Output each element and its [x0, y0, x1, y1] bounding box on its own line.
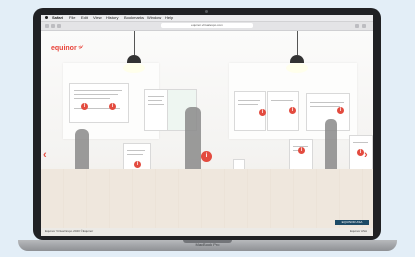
poster-text-line — [310, 106, 340, 107]
laptop-screen: Safari File Edit View History Bookmarks … — [41, 15, 373, 236]
poster-text-line — [353, 142, 368, 143]
virtual-expo-room: equinor i i i i i i i i i ‹ › — [41, 31, 373, 236]
info-icon[interactable]: i — [337, 107, 344, 114]
poster-text-line — [74, 90, 122, 91]
back-icon[interactable] — [51, 24, 55, 28]
info-icon[interactable]: i — [357, 149, 364, 156]
share-icon[interactable] — [355, 24, 359, 28]
camera-icon — [205, 10, 208, 13]
prev-room-arrow-icon[interactable]: ‹ — [43, 149, 51, 161]
next-room-arrow-icon[interactable]: › — [364, 149, 372, 161]
footer-copyright: Equinor Virtual Expo 2020 ©Equinor — [45, 229, 94, 233]
menu-item-window[interactable]: Window — [147, 15, 161, 21]
poster-text-line — [238, 100, 260, 101]
poster-text-line — [74, 94, 118, 95]
device-label: MacBook Pro — [195, 242, 220, 247]
menu-item-view[interactable]: View — [93, 15, 102, 21]
poster-text-line — [148, 96, 164, 97]
poster-text-line — [271, 100, 293, 101]
equinor-logo: equinor — [51, 45, 77, 52]
info-icon[interactable]: i — [81, 103, 88, 110]
info-icon[interactable]: i — [259, 109, 266, 116]
apple-icon[interactable] — [45, 16, 48, 19]
laptop-base: MacBook Pro — [18, 240, 397, 251]
poster-text-line — [238, 104, 258, 105]
menu-item-file[interactable]: File — [69, 15, 75, 21]
info-icon[interactable]: i — [289, 107, 296, 114]
poster-text-line — [127, 154, 143, 155]
equinor-star-icon — [77, 44, 84, 50]
browser-toolbar: equinor.virtualexpo.com — [41, 22, 373, 31]
poster-text-line — [148, 104, 164, 105]
info-icon[interactable]: i — [134, 161, 141, 168]
poster-text-line — [310, 102, 344, 103]
forward-icon[interactable] — [57, 24, 61, 28]
poster[interactable] — [144, 89, 168, 131]
menu-item-edit[interactable]: Edit — [81, 15, 88, 21]
menu-item-history[interactable]: History — [106, 15, 118, 21]
lamp-glow — [123, 63, 145, 73]
menu-bar: Safari File Edit View History Bookmarks … — [41, 15, 373, 22]
menu-app-name[interactable]: Safari — [52, 15, 63, 21]
poster-text-line — [74, 98, 110, 99]
poster-text-line — [127, 150, 145, 151]
ceiling-lamp — [127, 55, 141, 63]
tabs-icon[interactable] — [362, 24, 366, 28]
lamp-cord — [297, 31, 298, 55]
lamp-cord — [134, 31, 135, 55]
visitor-silhouette — [325, 119, 337, 171]
menu-item-help[interactable]: Help — [165, 15, 173, 21]
poster-text-line — [148, 100, 162, 101]
address-bar[interactable]: equinor.virtualexpo.com — [161, 23, 253, 28]
menu-item-bookmarks[interactable]: Bookmarks — [124, 15, 144, 21]
poster[interactable] — [69, 83, 129, 123]
sidebar-toggle-icon[interactable] — [45, 24, 49, 28]
footer-right-text: Equinor ASA — [349, 229, 367, 233]
floor — [41, 169, 373, 236]
lamp-glow — [286, 63, 308, 73]
info-icon[interactable]: i — [201, 151, 212, 162]
info-icon[interactable]: i — [298, 147, 305, 154]
ceiling-lamp — [290, 55, 304, 63]
footer-badge[interactable]: EQUINOR ASA — [335, 220, 369, 225]
info-icon[interactable]: i — [109, 103, 116, 110]
